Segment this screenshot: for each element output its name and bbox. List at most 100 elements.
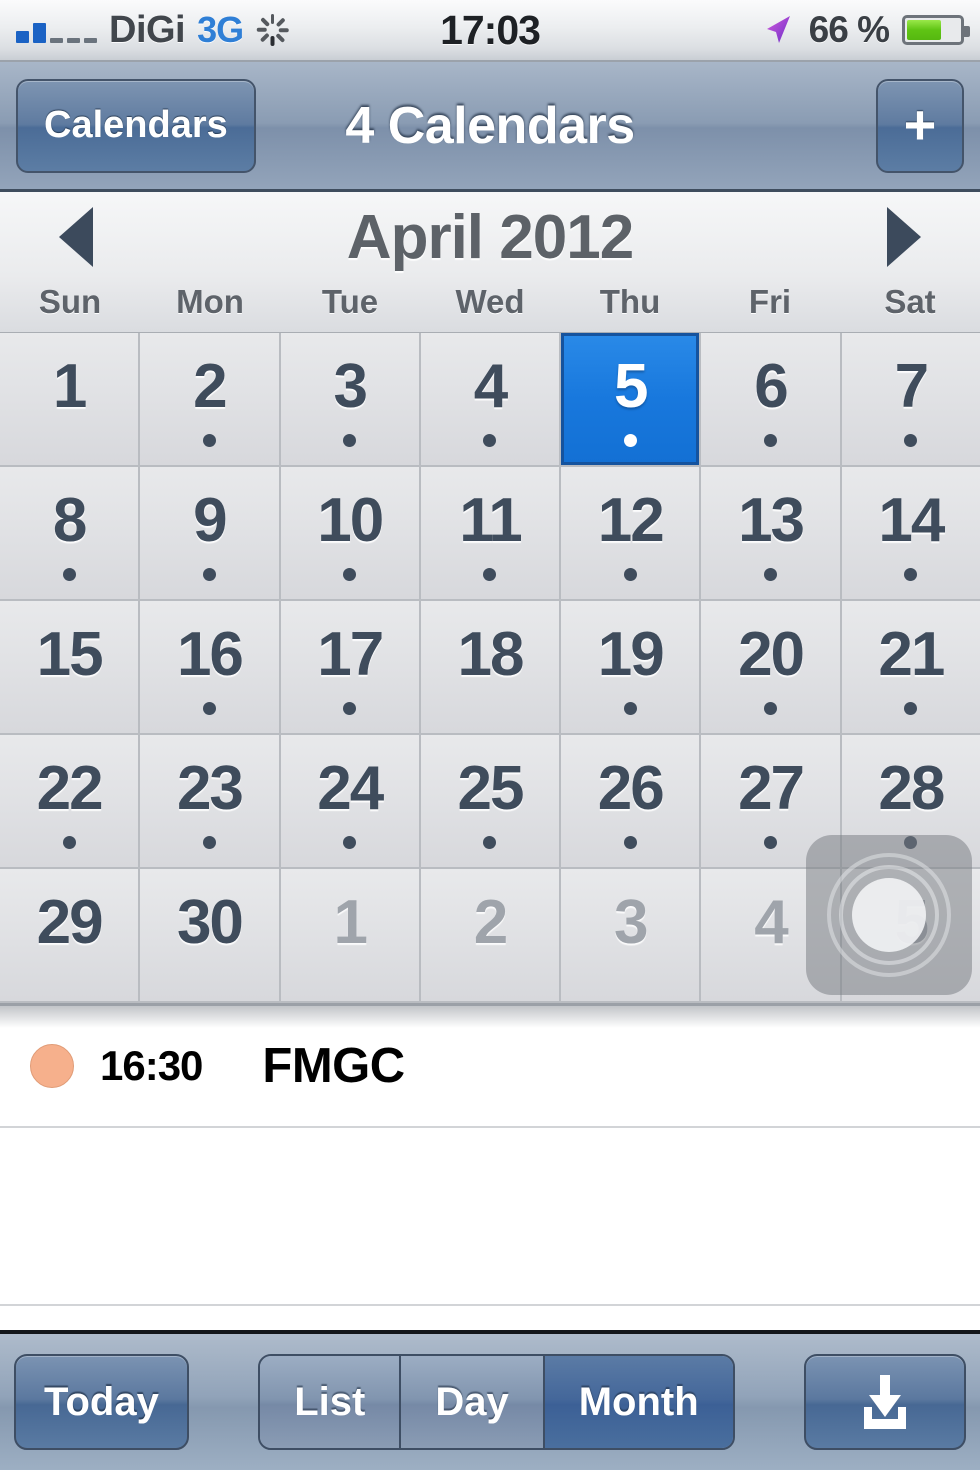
assistive-touch-core <box>852 878 926 952</box>
calendar-month-grid: 1234567891011121314151617181920212223242… <box>0 333 980 1006</box>
calendar-day-cell[interactable]: 24 <box>281 735 419 867</box>
event-indicator-dot <box>624 568 637 581</box>
calendar-day-cell[interactable]: 4 <box>421 333 559 465</box>
view-mode-segmented-control[interactable]: ListDayMonth <box>258 1354 734 1450</box>
calendar-week-row: 15161718192021 <box>0 601 980 735</box>
calendar-day-number: 30 <box>177 892 242 954</box>
segment-day[interactable]: Day <box>401 1356 544 1448</box>
calendar-week-row: 1234567 <box>0 333 980 467</box>
calendar-day-cell[interactable]: 30 <box>140 869 278 1001</box>
calendar-day-cell[interactable]: 11 <box>421 467 559 599</box>
calendar-day-number: 4 <box>474 356 506 418</box>
calendar-day-cell[interactable]: 20 <box>701 601 839 733</box>
calendars-back-button[interactable]: Calendars <box>16 79 256 173</box>
calendar-day-cell[interactable]: 22 <box>0 735 138 867</box>
add-event-button[interactable]: + <box>876 79 964 173</box>
calendar-day-cell[interactable]: 17 <box>281 601 419 733</box>
calendar-day-cell[interactable]: 19 <box>561 601 699 733</box>
calendar-day-cell[interactable]: 14 <box>842 467 980 599</box>
navigation-bar: Calendars 4 Calendars + <box>0 62 980 192</box>
calendar-day-number: 17 <box>317 624 382 686</box>
calendar-day-number: 8 <box>53 490 85 552</box>
calendar-day-number: 13 <box>738 490 803 552</box>
calendar-day-number: 26 <box>598 758 663 820</box>
calendar-day-cell[interactable]: 29 <box>0 869 138 1001</box>
download-button[interactable] <box>804 1354 966 1450</box>
calendar-day-number: 10 <box>317 490 382 552</box>
calendar-day-cell[interactable]: 18 <box>421 601 559 733</box>
calendar-day-cell[interactable]: 16 <box>140 601 278 733</box>
calendar-day-cell[interactable]: 3 <box>561 869 699 1001</box>
battery-icon <box>902 15 964 45</box>
event-indicator-dot <box>63 568 76 581</box>
calendar-day-number: 4 <box>754 892 786 954</box>
calendar-day-cell[interactable]: 9 <box>140 467 278 599</box>
event-indicator-dot <box>904 434 917 447</box>
calendar-week-row: 8 9 10 11 12 13 14 <box>0 467 980 601</box>
calendar-day-cell[interactable]: 8 <box>0 467 138 599</box>
today-button[interactable]: Today <box>14 1354 189 1450</box>
calendar-day-number: 1 <box>333 892 365 954</box>
event-indicator-dot <box>343 836 356 849</box>
weekday-label-sun: Sun <box>0 282 140 332</box>
event-indicator-dot <box>624 434 637 447</box>
calendar-day-cell[interactable]: 1 <box>281 869 419 1001</box>
calendar-day-number: 2 <box>193 356 225 418</box>
calendar-day-cell[interactable]: 21 <box>842 601 980 733</box>
calendar-day-cell[interactable]: 6 <box>701 333 839 465</box>
download-inbox-icon <box>850 1367 920 1437</box>
event-time: 16:30 <box>100 1042 202 1090</box>
assistive-touch-outer-ring <box>827 853 951 977</box>
calendar-day-cell[interactable]: 5 <box>561 333 699 465</box>
next-month-button[interactable] <box>868 201 940 273</box>
event-indicator-dot <box>483 434 496 447</box>
event-indicator-dot <box>624 836 637 849</box>
calendar-day-number: 3 <box>614 892 646 954</box>
event-indicator-dot <box>203 702 216 715</box>
segment-month[interactable]: Month <box>545 1356 733 1448</box>
calendar-day-number: 12 <box>598 490 663 552</box>
bottom-toolbar: Today ListDayMonth <box>0 1330 980 1470</box>
calendar-day-cell[interactable]: 2 <box>421 869 559 1001</box>
calendar-day-number: 28 <box>878 758 943 820</box>
status-bar-clock: 17:03 <box>0 7 980 54</box>
event-indicator-dot <box>63 836 76 849</box>
calendar-day-cell[interactable]: 12 <box>561 467 699 599</box>
status-bar: DiGi 3G 17:03 66 % <box>0 0 980 62</box>
segment-list[interactable]: List <box>260 1356 401 1448</box>
event-list[interactable]: 16:30FMGC <box>0 1006 980 1330</box>
calendar-day-cell[interactable]: 25 <box>421 735 559 867</box>
calendar-day-cell[interactable]: 10 <box>281 467 419 599</box>
weekday-label-thu: Thu <box>560 282 700 332</box>
event-indicator-dot <box>764 702 777 715</box>
calendar-day-number: 18 <box>458 624 523 686</box>
weekday-label-tue: Tue <box>280 282 420 332</box>
calendar-day-cell[interactable]: 3 <box>281 333 419 465</box>
calendar-day-number: 25 <box>458 758 523 820</box>
previous-month-button[interactable] <box>40 201 112 273</box>
event-indicator-dot <box>764 568 777 581</box>
calendar-day-number: 9 <box>193 490 225 552</box>
event-indicator-dot <box>203 568 216 581</box>
chevron-left-icon <box>59 207 93 267</box>
calendar-day-number: 21 <box>878 624 943 686</box>
calendar-day-cell[interactable]: 26 <box>561 735 699 867</box>
event-row[interactable]: 16:30FMGC <box>0 1006 980 1126</box>
calendar-day-cell[interactable]: 13 <box>701 467 839 599</box>
calendar-day-cell[interactable]: 23 <box>140 735 278 867</box>
weekday-label-wed: Wed <box>420 282 560 332</box>
calendar-day-number: 2 <box>474 892 506 954</box>
calendar-day-number: 22 <box>37 758 102 820</box>
calendar-day-number: 24 <box>317 758 382 820</box>
calendar-day-cell[interactable]: 2 <box>140 333 278 465</box>
calendar-day-cell[interactable]: 15 <box>0 601 138 733</box>
event-indicator-dot <box>904 568 917 581</box>
event-indicator-dot <box>203 836 216 849</box>
calendar-day-cell[interactable]: 7 <box>842 333 980 465</box>
chevron-right-icon <box>887 207 921 267</box>
weekday-label-sat: Sat <box>840 282 980 332</box>
calendar-day-cell[interactable]: 1 <box>0 333 138 465</box>
assistive-touch-button[interactable] <box>806 835 972 995</box>
event-indicator-dot <box>764 836 777 849</box>
calendar-day-number: 23 <box>177 758 242 820</box>
